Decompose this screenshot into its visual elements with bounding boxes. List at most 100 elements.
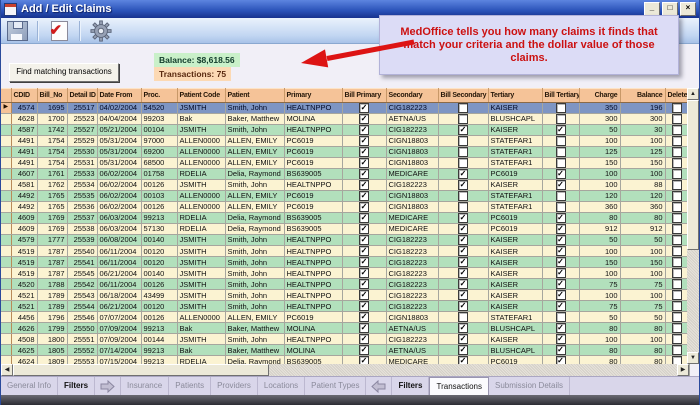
cell[interactable]: 4456 (11, 312, 37, 323)
cell[interactable]: 57130 (141, 224, 177, 235)
checkbox-checked[interactable]: ✓ (359, 191, 369, 201)
cell[interactable]: 1754 (37, 136, 67, 147)
cell[interactable]: HEALTNPPO (284, 257, 342, 268)
tab-transactions[interactable]: Transactions (429, 377, 489, 396)
cell[interactable]: KAISER (488, 279, 542, 290)
row-selector[interactable] (1, 334, 11, 345)
cell[interactable]: JSMITH (177, 103, 225, 114)
column-header-proc-[interactable]: Proc. (141, 89, 177, 103)
tab-patients[interactable]: Patients (169, 377, 211, 396)
row-selector[interactable] (1, 257, 11, 268)
cell[interactable]: HEALTNPPO (284, 246, 342, 257)
cell[interactable]: 06/11/2004 (97, 279, 141, 290)
cell[interactable]: 125 (620, 147, 665, 158)
cell[interactable]: 120 (579, 191, 620, 202)
cell[interactable]: 00120 (141, 301, 177, 312)
cell[interactable]: 4521 (11, 301, 37, 312)
grid-row[interactable]: 458117622553406/02/200400126JSMITHSmith,… (1, 180, 689, 191)
cell[interactable]: PC6019 (488, 169, 542, 180)
cell[interactable]: 25533 (67, 169, 97, 180)
cell[interactable]: 00120 (141, 246, 177, 257)
cell[interactable]: 4519 (11, 268, 37, 279)
row-selector[interactable] (1, 158, 11, 169)
checkbox-unchecked[interactable] (458, 191, 468, 201)
cell[interactable]: Smith, John (225, 235, 284, 246)
cell[interactable]: Bak (177, 114, 225, 125)
checkbox-checked[interactable]: ✓ (359, 334, 369, 344)
cell[interactable]: BLUSHCAPL (488, 323, 542, 334)
cell[interactable]: 50 (620, 312, 665, 323)
cell[interactable]: 4491 (11, 158, 37, 169)
checkbox-checked[interactable]: ✓ (556, 323, 566, 333)
cell[interactable]: 1765 (37, 202, 67, 213)
cell[interactable]: 99213 (141, 213, 177, 224)
checkbox-unchecked[interactable] (556, 191, 566, 201)
cell[interactable]: 300 (579, 114, 620, 125)
cell[interactable]: Smith, John (225, 334, 284, 345)
checkbox-checked[interactable]: ✓ (359, 169, 369, 179)
checkbox-unchecked[interactable] (556, 147, 566, 157)
vertical-scroll-thumb[interactable] (687, 100, 699, 250)
cell[interactable]: Smith, John (225, 290, 284, 301)
cell[interactable]: Smith, John (225, 180, 284, 191)
cell[interactable]: 06/02/2004 (97, 202, 141, 213)
checkbox-unchecked[interactable] (672, 125, 682, 135)
cell[interactable]: 912 (579, 224, 620, 235)
cell[interactable]: Smith, John (225, 301, 284, 312)
checkbox-checked[interactable]: ✓ (458, 301, 468, 311)
checkbox-unchecked[interactable] (556, 158, 566, 168)
cell[interactable]: CIG182223 (386, 235, 438, 246)
checkbox-unchecked[interactable] (458, 136, 468, 146)
grid-row[interactable]: 460917692553806/03/200457130RDELIADelia,… (1, 224, 689, 235)
cell[interactable]: 05/31/2004 (97, 136, 141, 147)
grid-row[interactable]: 449117542553005/31/200469200ALLEN0000ALL… (1, 147, 689, 158)
cell[interactable]: 100 (579, 180, 620, 191)
cell[interactable]: 120 (620, 191, 665, 202)
column-header-detail-id[interactable]: Detail ID (67, 89, 97, 103)
grid-row[interactable]: 449217652553606/02/200400126ALLEN0000ALL… (1, 202, 689, 213)
cell[interactable]: 00126 (141, 279, 177, 290)
checkbox-checked[interactable]: ✓ (359, 103, 369, 113)
column-header-balance[interactable]: Balance (620, 89, 665, 103)
cell[interactable]: Delia, Raymond (225, 213, 284, 224)
row-selector[interactable] (1, 147, 11, 158)
cell[interactable]: PC6019 (284, 202, 342, 213)
checkbox-unchecked[interactable] (458, 158, 468, 168)
cell[interactable]: Smith, John (225, 125, 284, 136)
row-selector[interactable] (1, 224, 11, 235)
checkbox-unchecked[interactable] (672, 180, 682, 190)
cell[interactable]: 150 (620, 158, 665, 169)
cell[interactable]: JSMITH (177, 235, 225, 246)
cell[interactable]: STATEFAR1 (488, 158, 542, 169)
cell[interactable]: 07/09/2004 (97, 323, 141, 334)
checkbox-checked[interactable]: ✓ (359, 301, 369, 311)
cell[interactable]: JSMITH (177, 180, 225, 191)
cell[interactable]: 06/11/2004 (97, 246, 141, 257)
cell[interactable]: ALLEN, EMILY (225, 136, 284, 147)
cell[interactable]: 25543 (67, 290, 97, 301)
cell[interactable]: 05/31/2004 (97, 158, 141, 169)
tab-insurance[interactable]: Insurance (121, 377, 169, 396)
cell[interactable]: ALLEN0000 (177, 202, 225, 213)
cell[interactable]: 4491 (11, 147, 37, 158)
cell[interactable]: BS639005 (284, 169, 342, 180)
cell[interactable]: 80 (620, 345, 665, 356)
cell[interactable]: 1796 (37, 312, 67, 323)
cell[interactable]: 4574 (11, 103, 37, 114)
cell[interactable]: CIGN18803 (386, 312, 438, 323)
checkbox-checked[interactable]: ✓ (556, 345, 566, 355)
cell[interactable]: 4492 (11, 202, 37, 213)
row-selector[interactable] (1, 180, 11, 191)
cell[interactable]: CIG182223 (386, 180, 438, 191)
checkbox-unchecked[interactable] (672, 191, 682, 201)
cell[interactable]: BS639005 (284, 213, 342, 224)
cell[interactable]: 88 (620, 180, 665, 191)
cell[interactable]: JSMITH (177, 334, 225, 345)
checkbox-checked[interactable]: ✓ (359, 147, 369, 157)
cell[interactable]: CIG182223 (386, 125, 438, 136)
grid-row[interactable]: 460917692553706/03/200499213RDELIADelia,… (1, 213, 689, 224)
cell[interactable]: 100 (620, 246, 665, 257)
cell[interactable]: 100 (620, 334, 665, 345)
cell[interactable]: JSMITH (177, 290, 225, 301)
cell[interactable]: 1769 (37, 224, 67, 235)
